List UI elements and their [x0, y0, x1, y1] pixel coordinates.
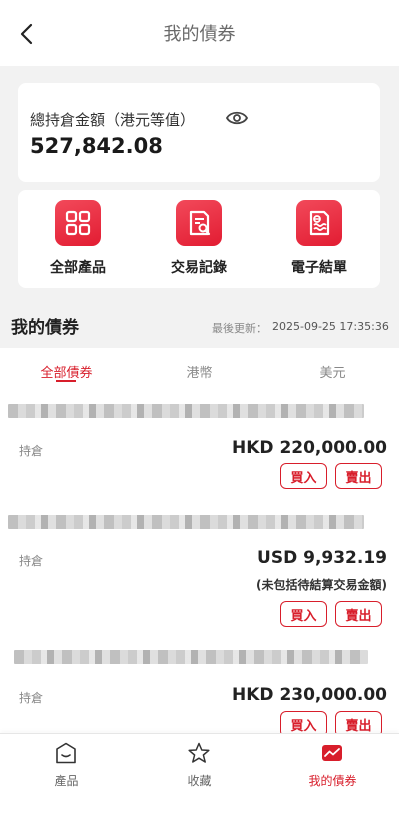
bottom-navigation: 產品 收藏 我的債券 [0, 733, 399, 818]
holding-label: 持倉 [19, 554, 44, 568]
menu-label-transaction-records: 交易記錄 [171, 260, 227, 276]
tab-all-bonds[interactable]: 全部債券 [0, 362, 133, 381]
menu-label-e-statement: 電子結單 [291, 260, 347, 276]
bond-item[interactable]: 持倉 HKD 230,000.00 買入 賣出 [0, 650, 399, 733]
total-holdings-card: 總持倉金額（港元等值） 527,842.08 [18, 83, 380, 182]
document-search-icon [176, 200, 222, 246]
eye-icon[interactable] [226, 109, 248, 127]
nav-item-favorites[interactable]: 收藏 [133, 742, 266, 792]
holding-amount: USD 9,932.19 [257, 548, 387, 568]
holding-amount: HKD 230,000.00 [232, 685, 387, 705]
sell-button[interactable]: 賣出 [335, 711, 382, 733]
holding-amount: HKD 220,000.00 [232, 438, 387, 458]
home-box-icon [56, 742, 76, 764]
sell-button[interactable]: 賣出 [335, 463, 382, 489]
header-bar: 我的債券 [0, 0, 399, 66]
menu-label-all-products: 全部產品 [50, 260, 106, 276]
menu-item-all-products[interactable]: 全部產品 [23, 200, 133, 280]
buy-button[interactable]: 買入 [280, 711, 327, 733]
page-title: 我的債券 [163, 24, 236, 45]
trend-chart-icon [322, 745, 342, 761]
bond-name-redacted [8, 404, 364, 418]
total-holdings-label: 總持倉金額（港元等值） [30, 111, 196, 129]
section-title: 我的債券 [11, 318, 79, 338]
active-tab-indicator [56, 380, 76, 382]
last-updated-label: 最後更新： [212, 322, 267, 335]
grid-icon [55, 200, 101, 246]
menu-item-transaction-records[interactable]: 交易記錄 [144, 200, 254, 280]
shortcut-menu-card: 全部產品 交易記錄 電子結單 [18, 190, 380, 288]
bond-name-redacted [8, 515, 364, 529]
total-holdings-value: 527,842.08 [30, 134, 163, 158]
star-icon [188, 742, 210, 763]
currency-tabs: 全部債券 港幣 美元 [0, 348, 399, 390]
nav-label-my-bonds: 我的債券 [308, 774, 357, 788]
buy-button[interactable]: 買入 [280, 463, 327, 489]
last-updated-time: 2025-09-25 17:35:36 [272, 320, 389, 333]
holding-label: 持倉 [19, 691, 44, 705]
pending-settlement-note: (未包括待結算交易金額) [256, 578, 387, 592]
nav-label-favorites: 收藏 [187, 774, 212, 788]
nav-label-products: 產品 [54, 774, 79, 788]
nav-item-products[interactable]: 產品 [0, 742, 133, 792]
sell-button[interactable]: 賣出 [335, 601, 382, 627]
e-statement-icon [296, 200, 342, 246]
buy-button[interactable]: 買入 [280, 601, 327, 627]
menu-item-e-statement[interactable]: 電子結單 [264, 200, 374, 280]
bond-item[interactable]: 持倉 USD 9,932.19 (未包括待結算交易金額) 買入 賣出 [0, 515, 399, 635]
bond-item[interactable]: 持倉 HKD 220,000.00 買入 賣出 [0, 404, 399, 504]
holding-label: 持倉 [19, 444, 44, 458]
bond-name-redacted [14, 650, 368, 664]
tab-usd[interactable]: 美元 [266, 362, 399, 381]
tab-hkd[interactable]: 港幣 [133, 362, 266, 381]
nav-item-my-bonds[interactable]: 我的債券 [266, 742, 399, 792]
